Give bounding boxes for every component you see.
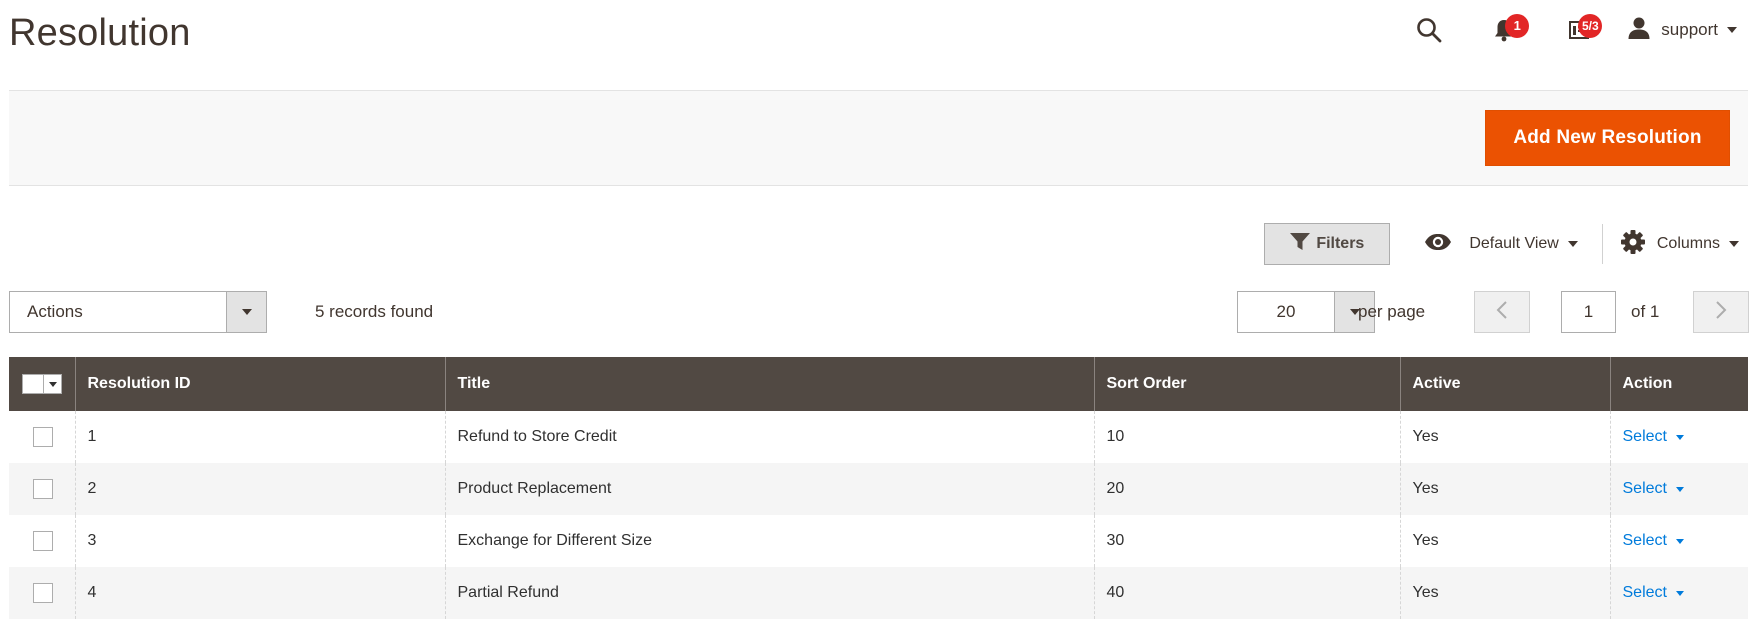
- gear-icon: [1620, 229, 1645, 259]
- row-action-select[interactable]: Select: [1623, 532, 1684, 550]
- cell-active: Yes: [1399, 567, 1610, 619]
- cell-title: Partial Refund: [444, 567, 1094, 619]
- table-row: 3 Exchange for Different Size 30 Yes Sel…: [9, 515, 1748, 567]
- column-header-resolution-id[interactable]: Resolution ID: [74, 357, 445, 411]
- resolution-grid: Resolution ID Title Sort Order Active Ac…: [9, 357, 1748, 619]
- per-page-label: per page: [1358, 302, 1426, 321]
- cell-resolution-id: 4: [74, 567, 445, 619]
- chevron-down-icon: [1675, 590, 1684, 596]
- cell-active: Yes: [1399, 463, 1610, 515]
- chevron-down-icon: [1727, 27, 1737, 33]
- chevron-right-icon: [1715, 300, 1727, 324]
- cell-resolution-id: 2: [74, 463, 445, 515]
- divider: [1601, 224, 1603, 264]
- user-menu[interactable]: support: [1627, 16, 1737, 45]
- total-pages: of 1: [1631, 302, 1660, 321]
- cell-active: Yes: [1399, 411, 1610, 463]
- per-page-select[interactable]: 20: [1237, 291, 1375, 333]
- mass-select-checkbox[interactable]: [22, 374, 62, 394]
- select-label: Select: [1622, 428, 1667, 445]
- chevron-down-icon: [48, 381, 57, 387]
- actions-toggle[interactable]: [226, 292, 266, 332]
- view-selector[interactable]: Default View: [1424, 233, 1578, 256]
- messages-button[interactable]: 5/3: [1559, 10, 1603, 50]
- row-checkbox[interactable]: [33, 583, 53, 603]
- mass-actions-dropdown[interactable]: Actions: [9, 291, 267, 333]
- per-page-value: 20: [1276, 302, 1296, 321]
- current-page-input[interactable]: 1: [1561, 291, 1616, 333]
- cell-title: Exchange for Different Size: [444, 515, 1094, 567]
- chevron-down-icon: [1567, 241, 1578, 247]
- cell-title: Refund to Store Credit: [444, 411, 1094, 463]
- actions-label: Actions: [27, 302, 83, 321]
- row-action-select[interactable]: Select: [1623, 480, 1684, 498]
- filters-button[interactable]: Filters: [1264, 223, 1391, 265]
- grid-toolbar: Filters Default View Columns: [1264, 223, 1739, 265]
- chevron-down-icon: [1675, 486, 1684, 492]
- chevron-down-icon: [1675, 434, 1684, 440]
- eye-icon: [1424, 233, 1452, 256]
- user-icon: [1627, 16, 1651, 45]
- chevron-left-icon: [1496, 300, 1508, 324]
- user-name: support: [1661, 20, 1718, 39]
- notifications-button[interactable]: 1: [1484, 10, 1530, 50]
- cell-title: Product Replacement: [444, 463, 1094, 515]
- previous-page-button[interactable]: [1474, 291, 1530, 333]
- column-header-active[interactable]: Active: [1399, 357, 1610, 411]
- columns-label: Columns: [1656, 235, 1720, 252]
- select-label: Select: [1622, 584, 1667, 601]
- chevron-down-icon: [1729, 241, 1739, 247]
- table-row: 4 Partial Refund 40 Yes Select: [9, 567, 1748, 619]
- table-header-row: Resolution ID Title Sort Order Active Ac…: [9, 357, 1748, 411]
- column-header-action: Action: [1609, 357, 1748, 411]
- cell-resolution-id: 1: [74, 411, 445, 463]
- records-count: 5 records found: [315, 302, 434, 321]
- mass-select-header: [9, 357, 75, 411]
- row-checkbox[interactable]: [33, 479, 53, 499]
- table-row: 1 Refund to Store Credit 10 Yes Select: [9, 411, 1748, 463]
- columns-selector[interactable]: Columns: [1620, 229, 1739, 259]
- filter-icon: [1290, 232, 1316, 256]
- notifications-badge: 1: [1505, 14, 1530, 38]
- table-row: 2 Product Replacement 20 Yes Select: [9, 463, 1748, 515]
- cell-sort-order: 40: [1093, 567, 1400, 619]
- page-title: Resolution: [9, 12, 191, 54]
- cell-resolution-id: 3: [74, 515, 445, 567]
- column-header-title[interactable]: Title: [444, 357, 1094, 411]
- row-checkbox[interactable]: [33, 531, 53, 551]
- select-label: Select: [1622, 480, 1667, 497]
- add-new-resolution-button[interactable]: Add New Resolution: [1485, 110, 1730, 166]
- grid-toolbar-pager: Actions 5 records found 20 per page 1 of…: [9, 291, 1749, 333]
- cell-sort-order: 10: [1093, 411, 1400, 463]
- chevron-down-icon: [1675, 538, 1684, 544]
- header-actions: 1 5/3 support: [1409, 10, 1737, 50]
- select-label: Select: [1622, 532, 1667, 549]
- chevron-down-icon: [241, 309, 252, 315]
- view-label: Default View: [1469, 235, 1559, 252]
- search-icon[interactable]: [1409, 10, 1449, 50]
- next-page-button[interactable]: [1693, 291, 1749, 333]
- page-actions-bar: Add New Resolution: [9, 90, 1748, 186]
- row-action-select[interactable]: Select: [1623, 584, 1684, 602]
- row-checkbox[interactable]: [33, 427, 53, 447]
- cell-sort-order: 20: [1093, 463, 1400, 515]
- row-action-select[interactable]: Select: [1623, 428, 1684, 446]
- cell-active: Yes: [1399, 515, 1610, 567]
- column-header-sort-order[interactable]: Sort Order: [1093, 357, 1400, 411]
- filters-label: Filters: [1316, 235, 1365, 252]
- messages-badge: 5/3: [1578, 14, 1603, 38]
- cell-sort-order: 30: [1093, 515, 1400, 567]
